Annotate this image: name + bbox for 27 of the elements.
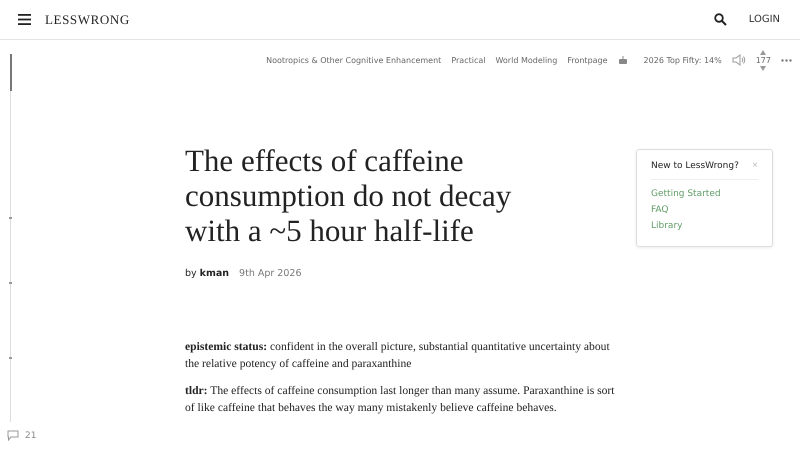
post-title: The effects of caffeine consumption do not decay with a ~5 hour half-life [185, 143, 512, 248]
speaker-icon[interactable] [732, 54, 746, 66]
welcome-link[interactable]: Library [651, 218, 758, 234]
search-icon[interactable] [714, 13, 727, 26]
tag-link[interactable]: World Modeling [495, 56, 558, 64]
tag-link[interactable]: Nootropics & Other Cognitive Enhancement [266, 56, 442, 64]
more-options-icon[interactable] [781, 58, 792, 62]
site-logo[interactable]: LESSWRONG [45, 12, 130, 28]
review-status[interactable]: 2026 Top Fifty: 14% [644, 56, 722, 64]
upvote-button[interactable] [760, 50, 766, 54]
author-link[interactable]: kman [200, 268, 230, 279]
welcome-link[interactable]: FAQ [651, 202, 758, 218]
body-paragraph: tldr: The effects of caffeine consumption last longer than many assume. Paraxanthine is sort of like caffeine that behaves the way many mistakenly believe caffeine behaves. [185, 383, 615, 416]
comment-icon[interactable] [7, 430, 19, 441]
login-button[interactable]: LOGIN [746, 10, 782, 29]
menu-icon[interactable] [18, 14, 31, 25]
vote-score: 177 [756, 56, 771, 64]
tag-link[interactable]: Practical [451, 56, 486, 64]
robot-icon [618, 56, 628, 64]
tag-link[interactable]: Frontpage [567, 56, 608, 64]
card-title: New to LessWrong? [651, 160, 739, 170]
downvote-button[interactable] [760, 66, 766, 70]
byline: by [185, 268, 197, 279]
body-paragraph: epistemic status: confident in the overall picture, substantial quantitative uncertainty about the relative potency of caffeine and paraxanthine [185, 339, 611, 372]
post-date: 9th Apr 2026 [239, 268, 302, 279]
comment-count[interactable]: 21 [25, 430, 36, 440]
welcome-link[interactable]: Getting Started [651, 186, 758, 202]
